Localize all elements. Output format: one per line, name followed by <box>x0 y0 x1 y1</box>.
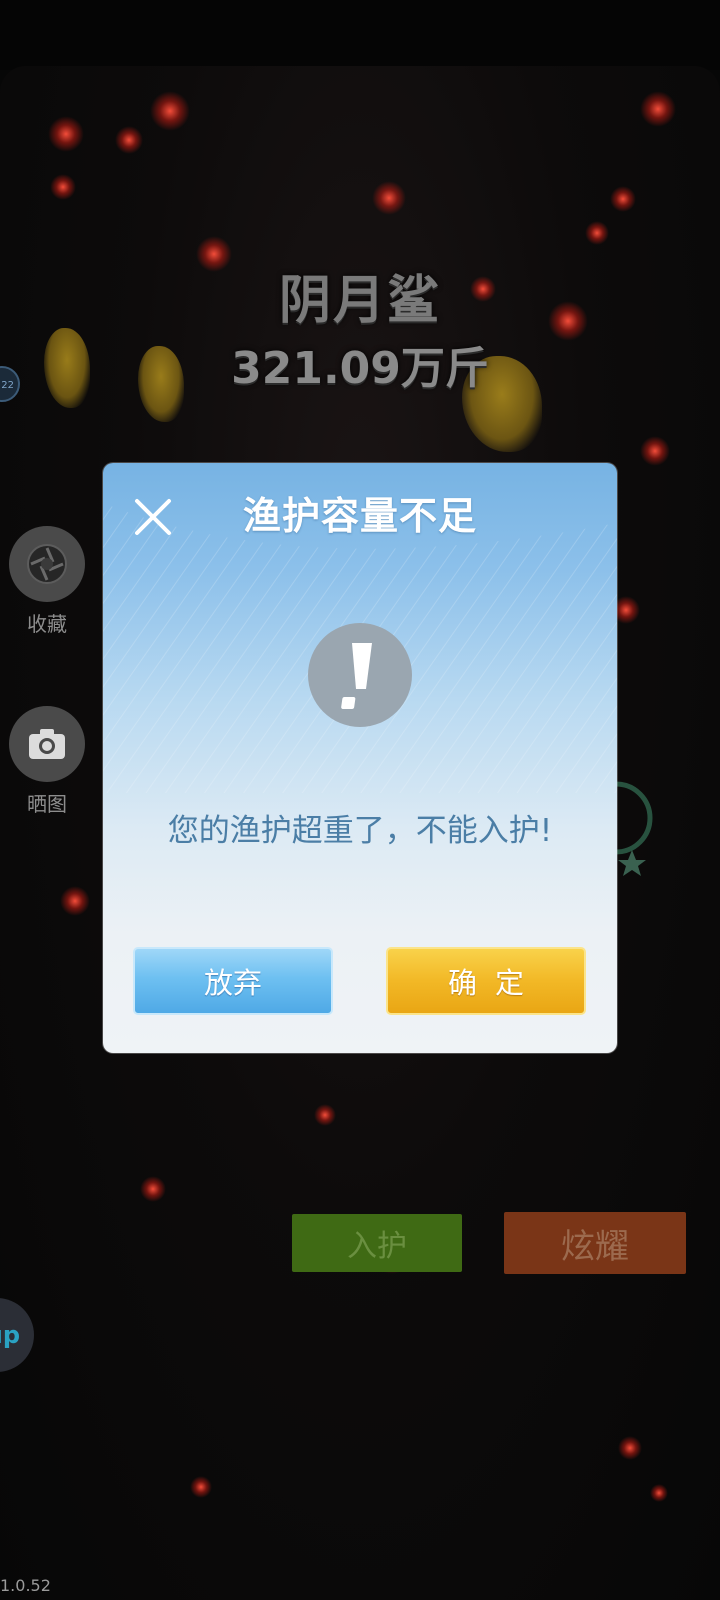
ember-particle <box>650 1484 668 1502</box>
ember-particle <box>640 436 670 466</box>
ember-particle <box>60 886 90 916</box>
ember-particle <box>48 116 84 152</box>
ember-particle <box>314 1104 336 1126</box>
fish-name: 阴月鲨 <box>278 271 441 331</box>
ember-particle <box>140 1176 166 1202</box>
collect-button[interactable]: 收藏 <box>9 526 85 637</box>
ember-particle <box>115 126 143 154</box>
give-up-button[interactable]: 放弃 <box>133 947 333 1015</box>
dialog-message: 您的渔护超重了，不能入护! <box>167 813 553 849</box>
confirm-button[interactable]: 确定 <box>386 947 586 1015</box>
ember-particle <box>150 91 190 131</box>
put-in-keepnet-button[interactable]: 入护 <box>292 1214 462 1272</box>
fish-weight: 321.09万斤 <box>231 343 489 394</box>
capacity-warning-dialog: 渔护容量不足 您的渔护超重了，不能入护! 放弃 确定 <box>103 463 617 1053</box>
ember-particle <box>618 1436 642 1460</box>
ember-particle <box>610 186 636 212</box>
show-off-button[interactable]: 炫耀 <box>504 1212 686 1274</box>
camera-icon <box>9 706 85 782</box>
ember-particle <box>372 181 406 215</box>
screenshot-label: 晒图 <box>27 792 67 816</box>
aperture-icon <box>9 526 85 602</box>
ember-particle <box>640 91 676 127</box>
status-bar <box>0 0 720 70</box>
version-label: 1.0.52 <box>0 1576 51 1595</box>
ember-particle <box>190 1476 212 1498</box>
dialog-title: 渔护容量不足 <box>242 494 477 538</box>
ember-particle <box>50 174 76 200</box>
ember-particle <box>585 221 609 245</box>
screenshot-share-button[interactable]: 晒图 <box>9 706 85 817</box>
exclamation-icon <box>308 623 412 727</box>
collect-label: 收藏 <box>27 612 67 636</box>
